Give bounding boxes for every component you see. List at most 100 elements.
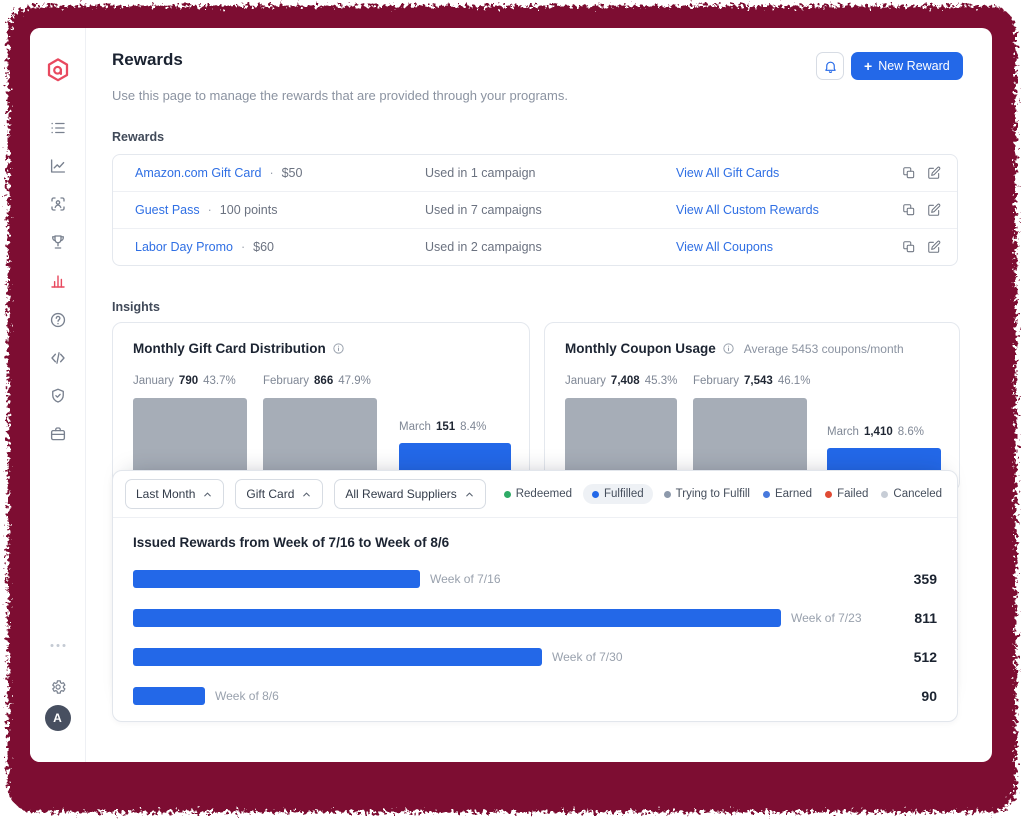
sidebar-item-help[interactable] (49, 311, 67, 329)
issued-bar-row: Week of 7/23 811 (133, 609, 937, 627)
legend-dot (825, 491, 832, 498)
reward-name-group: Labor Day Promo · $60 (135, 229, 274, 265)
copy-icon[interactable] (902, 166, 916, 180)
reward-name-group: Guest Pass · 100 points (135, 192, 277, 228)
dropdown-label: All Reward Suppliers (345, 487, 456, 501)
legend-item-failed[interactable]: Failed (823, 484, 870, 504)
reward-row: Guest Pass · 100 points Used in 7 campai… (113, 191, 957, 228)
info-icon[interactable] (332, 342, 345, 355)
bar-column-label: March1,4108.6% (827, 426, 924, 438)
list-icon (49, 119, 67, 137)
bar-column-label: March1518.4% (399, 421, 486, 433)
reward-name-link[interactable]: Amazon.com Gift Card (135, 166, 261, 180)
copy-icon[interactable] (902, 240, 916, 254)
issued-bar (133, 687, 205, 705)
reward-type-dropdown[interactable]: Gift Card (235, 479, 323, 509)
issued-bar-label: Week of 7/16 (430, 572, 501, 586)
separator-dot: · (269, 166, 273, 180)
trophy-icon (49, 233, 67, 251)
legend-label: Canceled (893, 488, 942, 500)
bar-column-label: January7,40845.3% (565, 375, 677, 387)
legend-dot (664, 491, 671, 498)
row-actions (902, 229, 941, 265)
sidebar-item-analytics[interactable] (49, 157, 67, 175)
plus-icon: + (864, 59, 872, 73)
insights-section-label: Insights (112, 300, 160, 314)
more-icon[interactable] (50, 644, 65, 647)
coupon-usage-card: Monthly Coupon Usage Average 5453 coupon… (544, 322, 960, 492)
gear-icon (49, 678, 67, 696)
sidebar: A (30, 28, 86, 762)
sidebar-item-developer[interactable] (49, 349, 67, 367)
reward-name-link[interactable]: Guest Pass (135, 203, 200, 217)
briefcase-icon (49, 425, 67, 443)
issued-bar-label: Week of 8/6 (215, 689, 279, 703)
view-all-link[interactable]: View All Gift Cards (676, 155, 779, 191)
gift-card-distribution-card: Monthly Gift Card Distribution January79… (112, 322, 530, 492)
bar-column-label: January79043.7% (133, 375, 236, 387)
sidebar-item-audience[interactable] (49, 195, 67, 213)
legend-label: Failed (837, 488, 868, 500)
issued-bar-row: Week of 7/30 512 (133, 648, 937, 666)
reward-usage: Used in 1 campaign (425, 155, 535, 191)
legend-item-canceled[interactable]: Canceled (879, 484, 944, 504)
sidebar-item-lists[interactable] (49, 119, 67, 137)
reward-row: Labor Day Promo · $60 Used in 2 campaign… (113, 228, 957, 265)
edit-icon[interactable] (927, 203, 941, 217)
legend-label: Trying to Fulfill (676, 488, 750, 500)
settings-button[interactable] (49, 678, 67, 696)
sidebar-item-rewards[interactable] (49, 233, 67, 251)
sidebar-item-organization[interactable] (49, 425, 67, 443)
audience-scan-icon (49, 195, 67, 213)
bar-column-label: February86647.9% (263, 375, 371, 387)
legend-item-redeemed[interactable]: Redeemed (502, 484, 574, 504)
separator-dot: · (208, 203, 212, 217)
brand-logo-icon (45, 57, 71, 83)
card-subtitle: Average 5453 coupons/month (744, 342, 904, 356)
legend-dot (881, 491, 888, 498)
issued-bar (133, 570, 420, 588)
sidebar-item-reports[interactable] (49, 272, 67, 290)
legend-dot (763, 491, 770, 498)
new-reward-button[interactable]: + New Reward (851, 52, 963, 80)
user-avatar[interactable]: A (45, 705, 71, 731)
help-icon (49, 311, 67, 329)
reward-usage: Used in 7 campaigns (425, 192, 542, 228)
code-icon (49, 349, 67, 367)
page-subtitle: Use this page to manage the rewards that… (112, 88, 568, 103)
supplier-dropdown[interactable]: All Reward Suppliers (334, 479, 485, 509)
legend-label: Redeemed (516, 488, 572, 500)
bar-column-label: February7,54346.1% (693, 375, 810, 387)
view-all-link[interactable]: View All Custom Rewards (676, 192, 819, 228)
issued-bar-value: 811 (914, 609, 937, 627)
notifications-button[interactable] (816, 52, 844, 80)
separator-dot: · (241, 240, 245, 254)
legend-dot (504, 491, 511, 498)
new-reward-label: New Reward (878, 59, 950, 73)
chevron-up-icon (464, 489, 475, 500)
sidebar-item-security[interactable] (49, 387, 67, 405)
issued-rewards-panel: Last Month Gift Card All Reward Supplier… (112, 470, 958, 722)
info-icon[interactable] (722, 342, 735, 355)
card-title: Monthly Coupon Usage (565, 341, 716, 356)
legend-dot (592, 491, 599, 498)
card-title: Monthly Gift Card Distribution (133, 341, 326, 356)
time-range-dropdown[interactable]: Last Month (125, 479, 224, 509)
rewards-table: Amazon.com Gift Card · $50 Used in 1 cam… (112, 154, 958, 266)
trend-chart-icon (49, 157, 67, 175)
legend-item-fulfilled[interactable]: Fulfilled (583, 484, 653, 504)
view-all-link[interactable]: View All Coupons (676, 229, 773, 265)
edit-icon[interactable] (927, 166, 941, 180)
reward-name-link[interactable]: Labor Day Promo (135, 240, 233, 254)
app-logo[interactable] (45, 57, 71, 83)
reward-row: Amazon.com Gift Card · $50 Used in 1 cam… (113, 155, 957, 191)
legend-item-earned[interactable]: Earned (761, 484, 814, 504)
copy-icon[interactable] (902, 203, 916, 217)
edit-icon[interactable] (927, 240, 941, 254)
bell-icon (823, 59, 838, 74)
issued-bar-chart: Week of 7/16 359 Week of 7/23 811 Week o… (133, 570, 937, 705)
filters-bar: Last Month Gift Card All Reward Supplier… (113, 471, 957, 518)
reward-detail: $50 (282, 166, 303, 180)
chevron-up-icon (202, 489, 213, 500)
legend-item-trying-to-fulfill[interactable]: Trying to Fulfill (662, 484, 752, 504)
